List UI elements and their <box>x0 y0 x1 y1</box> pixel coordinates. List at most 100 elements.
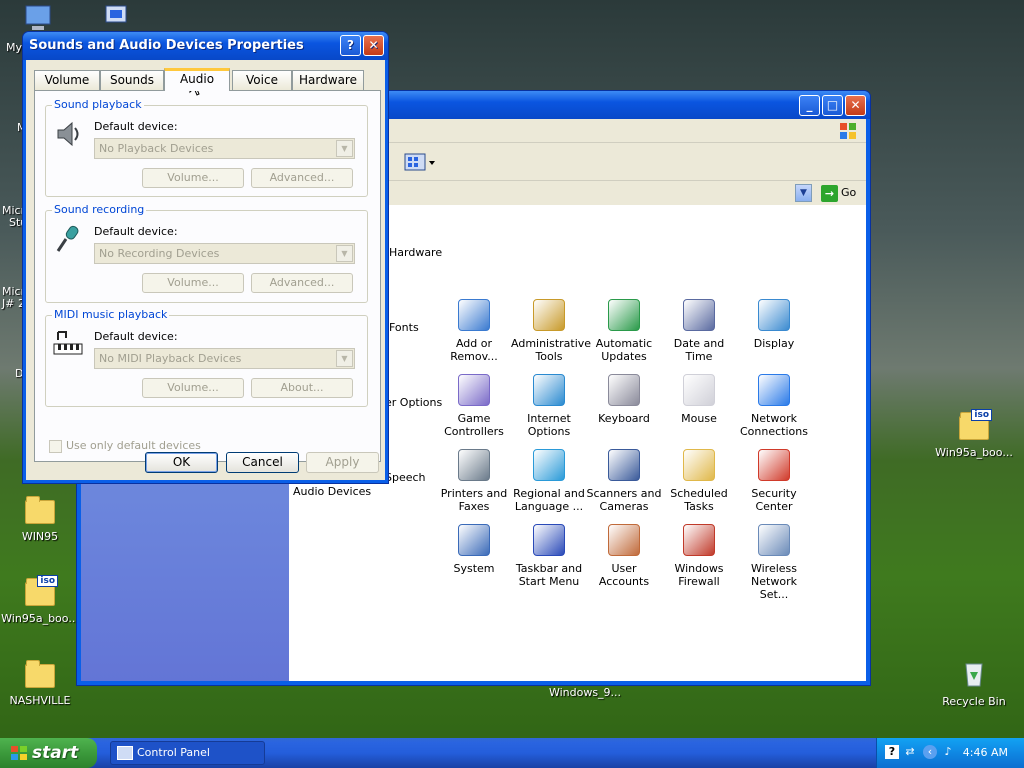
taskbar-start-menu-icon <box>533 524 565 556</box>
tab-audio[interactable]: Audio <box>164 68 230 91</box>
cp-item[interactable]: Game Controllers <box>436 374 512 438</box>
partial-speech-label[interactable]: Speech <box>385 471 426 484</box>
dialog-close-button[interactable]: ✕ <box>363 35 384 56</box>
close-button[interactable]: ✕ <box>845 95 866 116</box>
cp-item-label: Connections <box>740 425 808 438</box>
cp-item[interactable]: Mouse <box>661 374 737 425</box>
cp-item-label: Regional and <box>513 487 585 500</box>
start-button[interactable]: start <box>0 738 97 768</box>
minimize-button[interactable]: _ <box>799 95 820 116</box>
clock[interactable]: 4:46 AM <box>963 746 1008 759</box>
system-tray: ? ⇄ ‹ ♪ 4:46 AM <box>876 738 1024 768</box>
folder-icon <box>25 660 55 688</box>
cp-item[interactable]: Taskbar and Start Menu <box>511 524 587 588</box>
desktop-icon-label: NASHVILLE <box>9 694 71 707</box>
cp-item-label: Date and Time <box>673 337 725 363</box>
playback-volume-button[interactable]: Volume... <box>142 168 244 188</box>
use-default-devices-checkbox[interactable]: Use only default devices <box>49 439 201 453</box>
chevron-down-icon: ▼ <box>336 140 353 157</box>
cp-item[interactable]: System <box>436 524 512 575</box>
sound-recording-group: Sound recording Default device: No Recor… <box>45 203 368 303</box>
ok-button[interactable]: OK <box>145 452 218 473</box>
tab-hardware[interactable]: Hardware <box>292 70 364 90</box>
cp-item-label: Taskbar and <box>515 562 583 575</box>
desktop-icon-iso-right[interactable]: iso Win95a_boo... <box>934 409 1014 459</box>
scheduled-tasks-icon <box>683 449 715 481</box>
cp-item[interactable]: Windows Firewall <box>661 524 737 588</box>
cp-item-label: Start Menu <box>518 575 580 588</box>
maximize-button[interactable]: □ <box>822 95 843 116</box>
back-arrow-icon[interactable]: ‹ <box>923 745 937 759</box>
display-icon <box>758 299 790 331</box>
desktop-icon-win95-folder[interactable]: WIN95 <box>0 496 80 543</box>
go-arrow-icon: → <box>821 184 838 202</box>
cancel-button[interactable]: Cancel <box>226 452 299 473</box>
cp-item[interactable]: Internet Options <box>511 374 587 438</box>
taskbar: start Control Panel ? ⇄ ‹ ♪ 4:46 AM <box>0 738 1024 768</box>
cp-item[interactable]: Automatic Updates <box>586 299 662 363</box>
apply-button[interactable]: Apply <box>306 452 379 473</box>
cp-item[interactable]: Add or Remov... <box>436 299 512 363</box>
cp-item[interactable]: Administrative Tools <box>511 299 591 363</box>
cp-item[interactable]: Scanners and Cameras <box>586 449 662 513</box>
cp-item[interactable]: Keyboard <box>586 374 662 425</box>
microphone-icon <box>56 225 79 252</box>
midi-device-select[interactable]: No MIDI Playback Devices ▼ <box>94 348 355 369</box>
cp-item[interactable]: Date and Time <box>661 299 737 363</box>
help-icon[interactable]: ? <box>885 745 899 759</box>
default-device-label: Default device: <box>94 120 178 133</box>
tab-sounds[interactable]: Sounds <box>100 70 164 90</box>
go-button[interactable]: → Go <box>821 183 869 203</box>
desktop-icon-recycle-bin[interactable]: Recycle Bin <box>934 656 1014 708</box>
network-places-icon <box>105 5 127 23</box>
recording-volume-button[interactable]: Volume... <box>142 273 244 293</box>
combo-value: No Recording Devices <box>99 247 220 260</box>
cp-item-label: Mouse <box>681 412 717 425</box>
midi-about-button[interactable]: About... <box>251 378 353 398</box>
desktop-icon-label: WIN95 <box>21 530 59 543</box>
recording-advanced-button[interactable]: Advanced... <box>251 273 353 293</box>
partial-audio-devices-label[interactable]: Audio Devices <box>293 485 371 498</box>
cp-item[interactable]: Scheduled Tasks <box>661 449 737 513</box>
checkbox-box <box>49 439 62 453</box>
tab-voice[interactable]: Voice <box>232 70 292 90</box>
midi-volume-button[interactable]: Volume... <box>142 378 244 398</box>
cp-item-label: Controllers <box>444 425 504 438</box>
partial-user-options-label[interactable]: er Options <box>385 396 442 409</box>
cp-item[interactable]: Wireless Network Set... <box>736 524 812 601</box>
cp-item-label: Firewall <box>678 575 720 588</box>
cp-item[interactable]: Security Center <box>736 449 812 513</box>
cp-item[interactable]: Regional and Language ... <box>511 449 587 513</box>
cp-item[interactable]: User Accounts <box>586 524 662 588</box>
control-panel-icon <box>117 746 133 760</box>
task-label: Control Panel <box>137 746 210 759</box>
partial-fonts-label[interactable]: Fonts <box>389 321 419 334</box>
network-connections-icon <box>758 374 790 406</box>
network-icon[interactable]: ⇄ <box>903 745 917 759</box>
taskbar-control-panel[interactable]: Control Panel <box>110 741 265 765</box>
printers-faxes-icon <box>458 449 490 481</box>
recording-device-select[interactable]: No Recording Devices ▼ <box>94 243 355 264</box>
desktop-icon-iso-left[interactable]: iso Win95a_boo... <box>0 575 80 625</box>
desktop-icon-label: Windows_9... <box>548 686 622 699</box>
address-dropdown-button[interactable]: ▼ <box>795 184 812 202</box>
dialog-titlebar[interactable]: Sounds and Audio Devices Properties ? ✕ <box>23 32 388 60</box>
midi-keyboard-icon <box>53 331 83 355</box>
playback-device-select[interactable]: No Playback Devices ▼ <box>94 138 355 159</box>
partial-hardware-label[interactable]: Hardware <box>389 246 442 259</box>
views-icon[interactable] <box>403 151 437 173</box>
go-label: Go <box>841 186 857 199</box>
desktop-icon-nashville[interactable]: NASHVILLE <box>0 660 80 707</box>
desktop-icon-windows9[interactable]: Windows_9... <box>544 686 626 699</box>
playback-advanced-button[interactable]: Advanced... <box>251 168 353 188</box>
help-button[interactable]: ? <box>340 35 361 56</box>
volume-icon[interactable]: ♪ <box>941 745 955 759</box>
cp-item[interactable]: Display <box>736 299 812 350</box>
dialog-title: Sounds and Audio Devices Properties <box>29 38 304 53</box>
tab-volume[interactable]: Volume <box>34 70 100 90</box>
cp-item[interactable]: Printers and Faxes <box>436 449 512 513</box>
dialog-body: Volume Sounds Audio Voice Hardware Sound… <box>26 60 385 480</box>
cp-item-label: Tools <box>535 350 563 363</box>
chevron-down-icon: ▼ <box>336 245 353 262</box>
cp-item[interactable]: Network Connections <box>736 374 812 438</box>
